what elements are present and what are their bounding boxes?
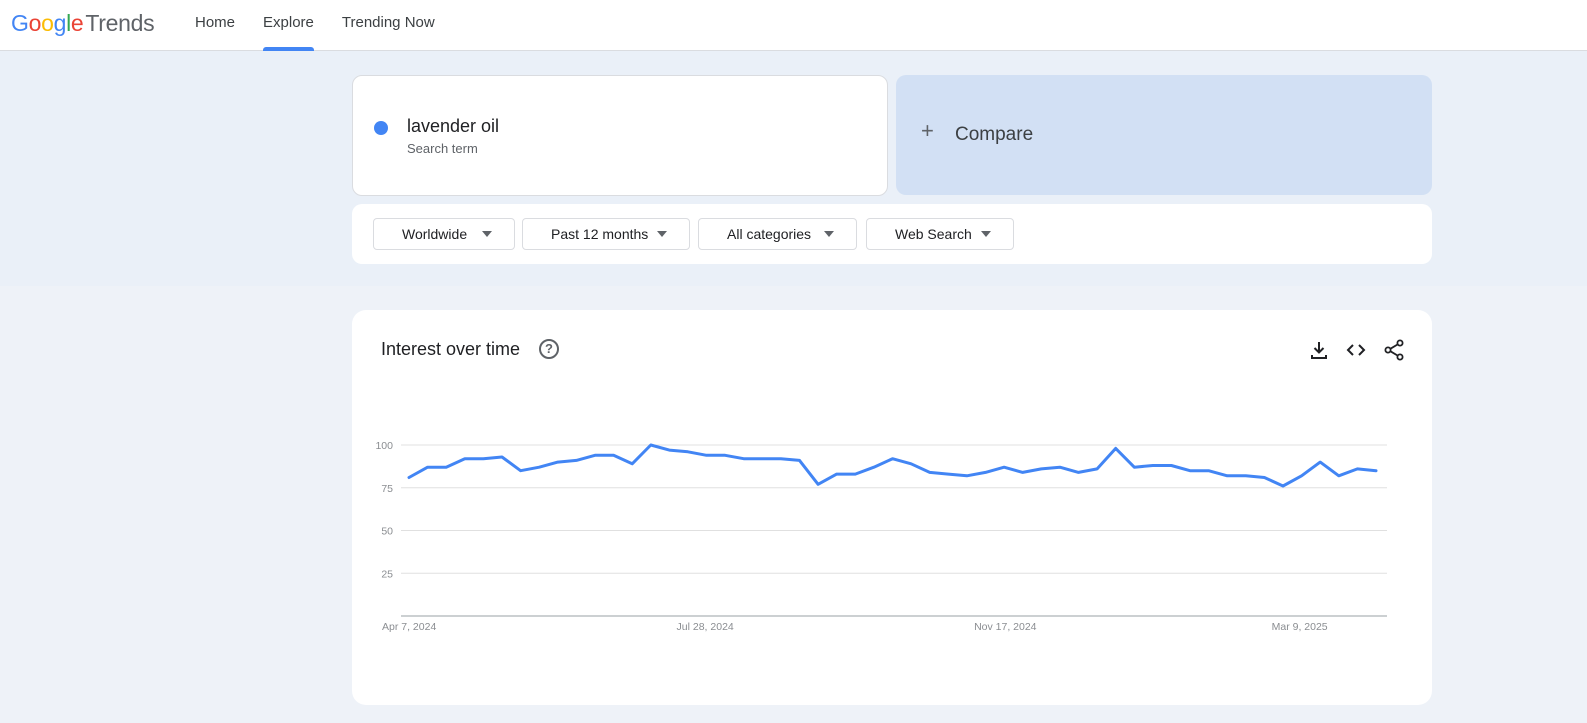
top-header: GoogleTrends Home Explore Trending Now [0,0,1587,51]
search-term-name[interactable]: lavender oil [407,116,499,137]
time-range-dropdown-label: Past 12 months [551,226,649,242]
term-color-dot [374,121,388,135]
time-range-dropdown[interactable]: Past 12 months [522,218,690,250]
main-nav: Home Explore Trending Now [181,0,449,51]
search-type-dropdown-label: Web Search [895,226,972,242]
compare-button[interactable]: + Compare [896,75,1432,195]
nav-home[interactable]: Home [181,0,249,51]
caret-down-icon [824,231,834,237]
interest-line-chart[interactable]: 25 50 75 100 Apr 7, 2024 Jul 28, 2024 Nov 17,… [352,310,1432,705]
x-axis-labels: Apr 7, 2024 Jul 28, 2024 Nov 17, 2024 Mar 9… [382,621,1328,633]
x-tick-label: Nov 17, 2024 [974,621,1037,633]
chart-grid [401,444,1387,617]
search-type-dropdown[interactable]: Web Search [866,218,1014,250]
caret-down-icon [981,231,991,237]
search-term-card[interactable]: lavender oil Search term [352,75,888,196]
y-tick-label: 25 [381,568,393,580]
nav-trending-now[interactable]: Trending Now [328,0,449,51]
x-tick-label: Apr 7, 2024 [382,621,436,633]
plus-icon: + [921,118,934,143]
category-dropdown[interactable]: All categories [698,218,857,250]
caret-down-icon [657,231,667,237]
y-tick-label: 50 [381,526,393,538]
y-axis-labels: 25 50 75 100 [375,440,393,580]
category-dropdown-label: All categories [727,226,812,242]
x-tick-label: Jul 28, 2024 [677,621,734,633]
nav-explore[interactable]: Explore [249,0,328,51]
caret-down-icon [482,231,492,237]
y-tick-label: 100 [375,440,393,452]
region-dropdown-label: Worldwide [402,226,468,242]
logo-google-wordmark: Google [11,10,84,36]
x-tick-label: Mar 9, 2025 [1272,621,1328,633]
filter-bar: Worldwide Past 12 months All categories … [352,204,1432,264]
interest-over-time-card: Interest over time ? 25 50 75 100 Apr 7, 20… [352,310,1432,705]
search-term-type: Search term [407,141,478,156]
series-lines [407,443,1378,488]
y-tick-label: 75 [381,483,393,495]
series-line-0[interactable] [407,443,1378,488]
logo-trends-text: Trends [85,10,155,36]
google-trends-logo[interactable]: GoogleTrends [11,10,155,37]
compare-label: Compare [955,124,1034,145]
region-dropdown[interactable]: Worldwide [373,218,515,250]
